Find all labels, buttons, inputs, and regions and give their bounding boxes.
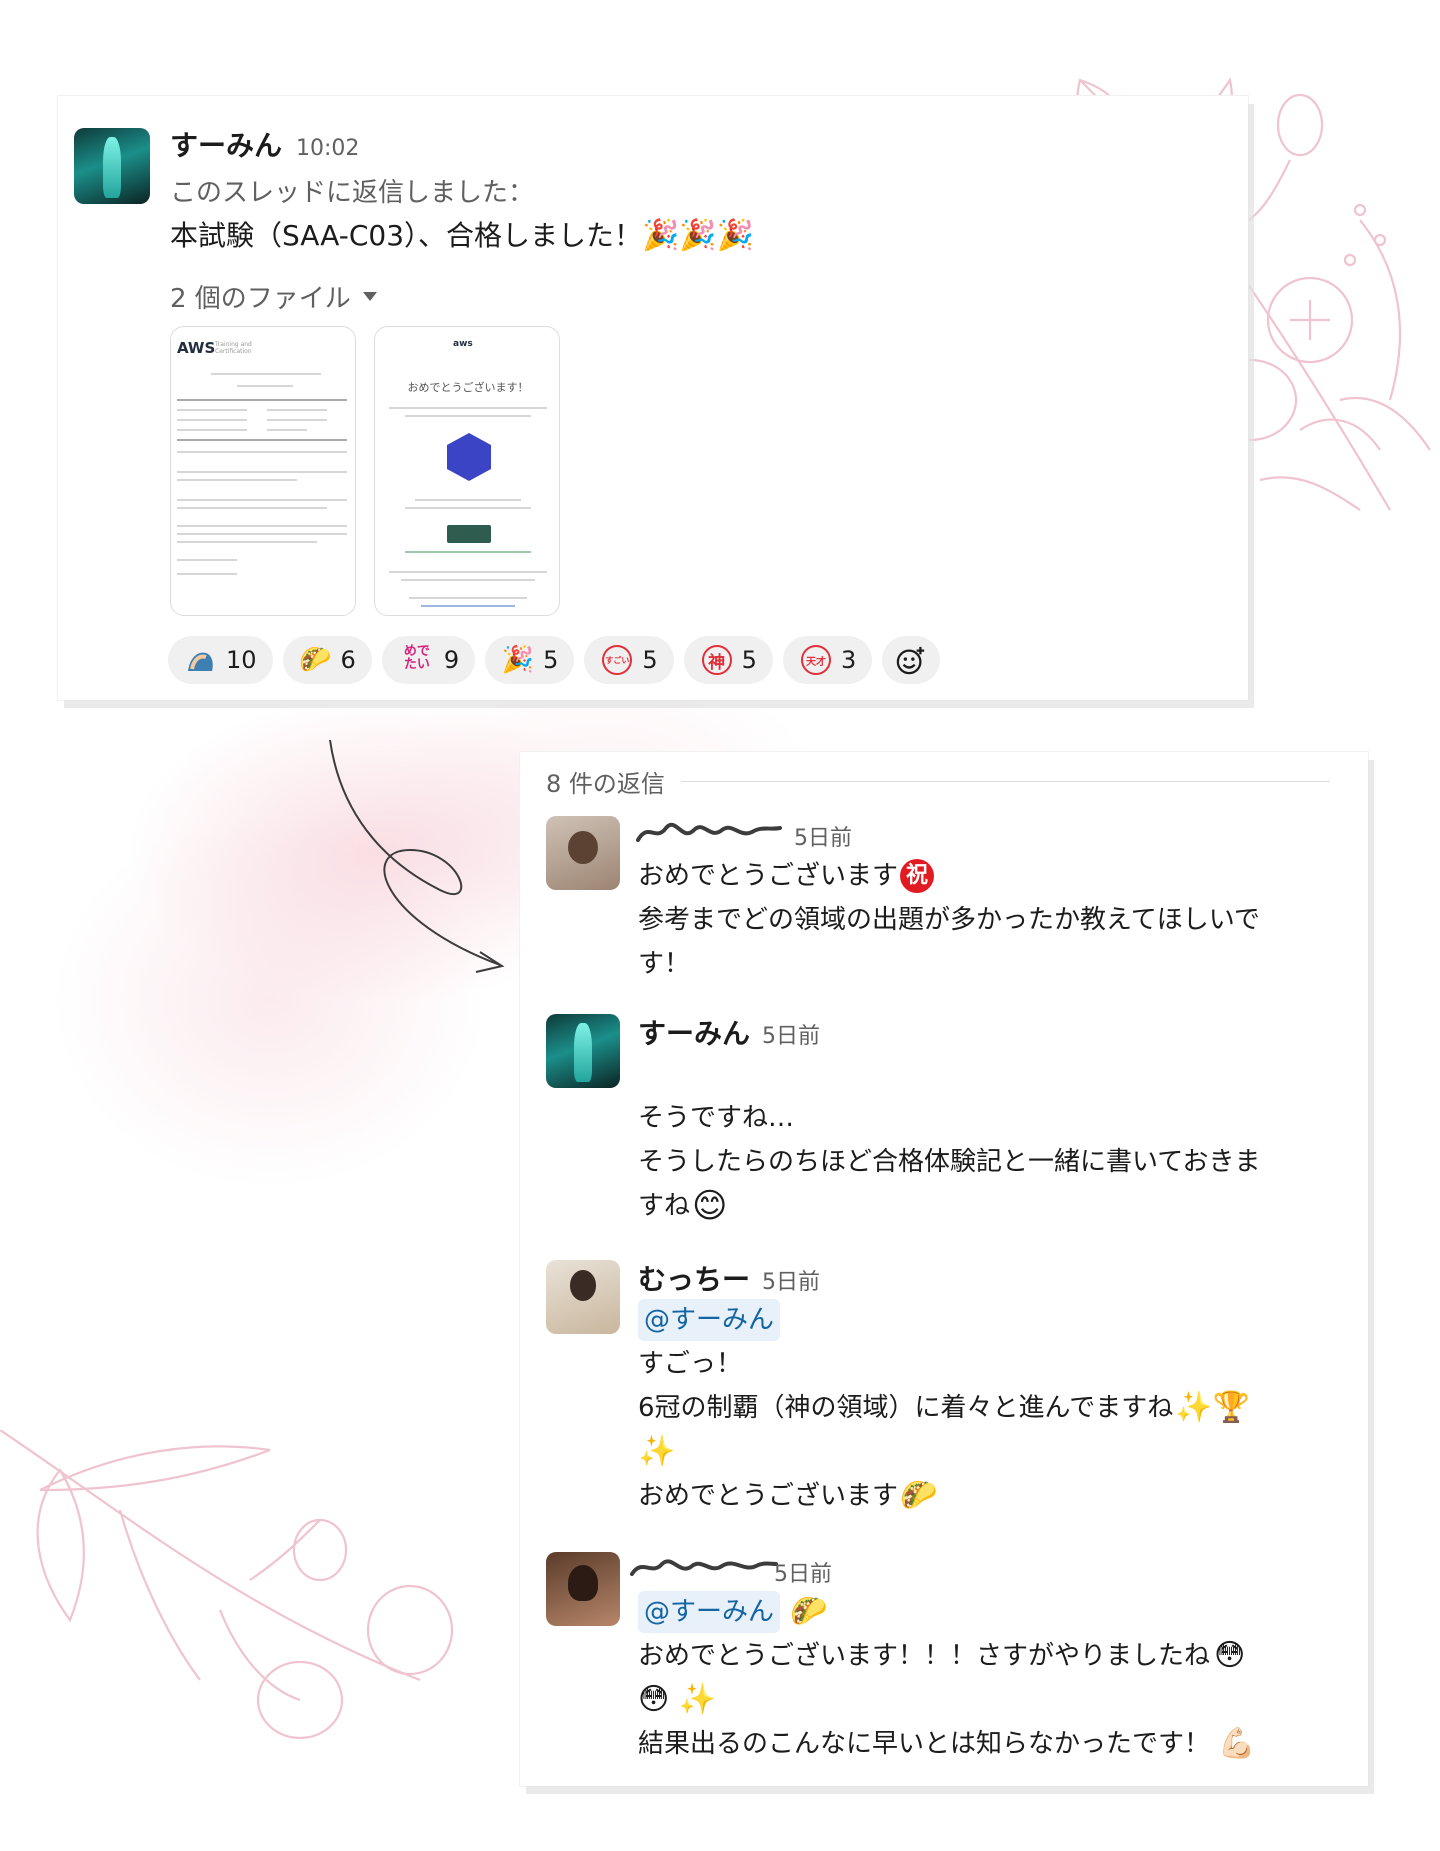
- reply-timestamp[interactable]: 5日前: [762, 1264, 820, 1296]
- certification-badge-icon: [447, 433, 491, 481]
- curved-arrow-decoration: [329, 740, 505, 973]
- reaction-kami[interactable]: 神 5: [683, 636, 773, 684]
- sugoi-icon: すごい: [602, 645, 633, 675]
- author-name[interactable]: すーみん: [170, 124, 282, 164]
- divider: [680, 781, 1330, 782]
- reaction-count: 3: [840, 646, 857, 674]
- reaction-count: 5: [642, 646, 658, 674]
- reaction-tensai[interactable]: 天才 3: [782, 636, 873, 684]
- caret-down-icon: [362, 292, 377, 301]
- reaction-count: 5: [543, 646, 559, 674]
- user-mention[interactable]: @すーみん: [638, 1299, 781, 1341]
- reply-line: そうですね…: [638, 1103, 795, 1133]
- reply-line: おめでとうございます: [638, 1481, 899, 1511]
- files-label: 2 個のファイル: [170, 284, 351, 314]
- aws-logo-subtext: Training and Certification: [215, 341, 252, 355]
- reply-avatar[interactable]: [546, 1014, 620, 1088]
- reply-line: 結果出るのこんなに早いとは知らなかったです！: [638, 1729, 1211, 1759]
- reply-line: すごっ！: [638, 1349, 743, 1379]
- replies-header: 8 件の返信: [546, 764, 1330, 799]
- post-message: 本試験（SAA-C03）、合格しました！ 🎉🎉🎉: [170, 214, 754, 258]
- flushed-sparkles-emoji-icon: 😳 ✨: [638, 1682, 717, 1717]
- user-mention[interactable]: @すーみん: [638, 1591, 781, 1633]
- reaction-bar: 10 🌮 6 めでたい 9 🎉 5 すごい 5 神 5 天才 3: [168, 636, 941, 684]
- add-reaction-button[interactable]: [882, 636, 941, 684]
- congrats-heading: おめでとうございます！: [407, 381, 529, 394]
- smile-emoji-icon: 😊: [692, 1186, 728, 1226]
- floral-decoration-bottom-left: [0, 1430, 454, 1740]
- reaction-raised-hands[interactable]: 10: [168, 636, 273, 684]
- reply-line: すね: [638, 1191, 691, 1221]
- tada-icon: 🎉: [501, 645, 535, 675]
- reaction-sugoi[interactable]: すごい 5: [584, 636, 674, 684]
- raised-hands-icon: [186, 645, 216, 675]
- reply-line: おめでとうございます: [638, 861, 899, 891]
- redacted-name-scribble: [630, 1559, 778, 1576]
- redacted-name-scribble: [636, 822, 782, 842]
- reaction-taco[interactable]: 🌮 6: [282, 636, 372, 684]
- post-message-text: 本試験（SAA-C03）、合格しました！: [170, 219, 643, 252]
- reply-message: @すーみん すごっ！ 6冠の制覇（神の領域）に着々と進んでますね ✨🏆 ✨ おめ…: [638, 1298, 1338, 1518]
- reaction-count: 5: [741, 646, 757, 674]
- reply-line: おめでとうございます！！！さすがやりましたね: [638, 1641, 1211, 1671]
- reaction-count: 9: [443, 646, 460, 674]
- files-toggle[interactable]: 2 個のファイル: [170, 278, 377, 315]
- reply-author[interactable]: むっちー: [638, 1258, 750, 1298]
- reply-avatar[interactable]: [546, 1260, 620, 1334]
- reply-timestamp[interactable]: 5日前: [774, 1556, 832, 1588]
- flexed-biceps-emoji-icon: 💪🏻: [1218, 1726, 1256, 1761]
- file-thumbnail-score-report[interactable]: AWS Training and Certification: [170, 326, 356, 616]
- reply-message: おめでとうございます 祝 参考までどの領域の出題が多かったか教えてほしいで す！: [638, 854, 1338, 986]
- flushed-emoji-icon: 😳: [1214, 1638, 1246, 1673]
- reply-author[interactable]: すーみん: [638, 1012, 750, 1052]
- taco-emoji-icon: 🌮: [900, 1478, 938, 1513]
- replies-count: 8 件の返信: [546, 770, 665, 798]
- reaction-count: 6: [340, 646, 356, 674]
- sparkles-trophy-emoji-icon: ✨🏆: [1175, 1390, 1250, 1425]
- kami-icon: 神: [701, 645, 732, 675]
- shuku-icon: 祝: [900, 859, 935, 893]
- reply-message: @すーみん 🌮 おめでとうございます！！！さすがやりましたね 😳 😳 ✨ 結果出…: [638, 1590, 1338, 1766]
- reaction-medetai[interactable]: めでたい 9: [381, 636, 476, 684]
- reply-avatar[interactable]: [546, 1552, 620, 1626]
- reaction-tada[interactable]: 🎉 5: [485, 636, 575, 684]
- reply-line: す！: [638, 949, 691, 979]
- taco-icon: 🌮: [299, 645, 332, 675]
- reply-timestamp[interactable]: 5日前: [794, 820, 852, 852]
- aws-logo-text: AWS: [177, 339, 216, 357]
- aws-small-logo-text: aws: [453, 339, 473, 349]
- file-thumbnail-congrats-email[interactable]: aws おめでとうございます！: [374, 326, 560, 616]
- tada-emoji-icon: 🎉🎉🎉: [642, 218, 755, 253]
- reply-line: 6冠の制覇（神の領域）に着々と進んでますね: [638, 1393, 1174, 1423]
- reply-avatar[interactable]: [546, 816, 620, 890]
- reaction-count: 10: [226, 646, 257, 674]
- tensai-icon: 天才: [800, 645, 831, 675]
- reply-line: 参考までどの領域の出題が多かったか教えてほしいで: [638, 905, 1260, 935]
- reply-timestamp[interactable]: 5日前: [762, 1018, 820, 1050]
- view-badge-button-thumb: [447, 525, 491, 543]
- author-avatar[interactable]: [74, 128, 150, 204]
- reply-message: そうですね… そうしたらのちほど合格体験記と一緒に書いておきま すね 😊: [638, 1096, 1338, 1228]
- reply-note: このスレッドに返信しました：: [170, 178, 535, 208]
- reply-line: そうしたらのちほど合格体験記と一緒に書いておきま: [638, 1147, 1261, 1177]
- taco-emoji-icon: 🌮: [790, 1594, 828, 1629]
- post-timestamp[interactable]: 10:02: [296, 136, 359, 161]
- sparkles-emoji-icon: ✨: [638, 1434, 676, 1469]
- add-emoji-icon: [896, 645, 926, 675]
- medetai-icon: めでたい: [403, 644, 430, 672]
